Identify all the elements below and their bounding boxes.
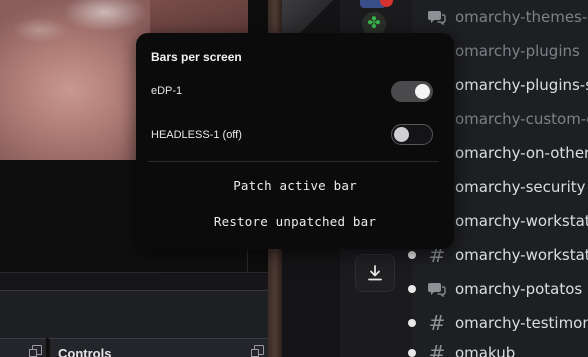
unread-indicator bbox=[408, 285, 416, 293]
patch-active-bar-button[interactable]: Patch active bar bbox=[136, 179, 454, 193]
channel-name: omarchy-themes-s bbox=[455, 8, 588, 26]
forum-icon bbox=[426, 6, 448, 28]
channel-name: omarchy-plugins bbox=[455, 42, 580, 60]
channel-name: omarchy-workstatio bbox=[455, 246, 588, 264]
unread-indicator bbox=[408, 319, 416, 327]
undock-icon[interactable] bbox=[251, 345, 264, 357]
undock-icon[interactable] bbox=[29, 345, 42, 357]
toggle-knob bbox=[415, 84, 430, 99]
toggle-headless1[interactable] bbox=[391, 124, 433, 145]
unread-indicator bbox=[408, 349, 416, 357]
dock-panel-controls[interactable]: Controls bbox=[48, 338, 268, 357]
channel-item[interactable]: # omakub bbox=[408, 336, 588, 357]
toggle-edp1[interactable] bbox=[391, 81, 433, 102]
restore-unpatched-bar-button[interactable]: Restore unpatched bar bbox=[136, 215, 454, 229]
screen-label-edp1: eDP-1 bbox=[151, 85, 183, 97]
dock-panel-scenes[interactable] bbox=[0, 338, 46, 357]
download-button[interactable] bbox=[355, 254, 395, 292]
clover-icon: ✤ bbox=[367, 15, 381, 32]
channel-name: omarchy-security bbox=[455, 178, 586, 196]
dock-area bbox=[0, 290, 268, 338]
channel-name: omakub bbox=[455, 344, 516, 357]
channel-item[interactable]: # omarchy-testimonia bbox=[408, 306, 588, 340]
channel-item[interactable]: omarchy-themes-s bbox=[412, 0, 588, 34]
toggle-knob bbox=[394, 126, 409, 142]
menu-title: Bars per screen bbox=[151, 50, 242, 64]
bars-per-screen-menu: Bars per screen eDP-1 HEADLESS-1 (off) P… bbox=[136, 33, 454, 249]
screen-label-headless1: HEADLESS-1 (off) bbox=[151, 129, 242, 141]
dock-controls-title: Controls bbox=[58, 346, 112, 357]
window-edge bbox=[282, 0, 340, 34]
stage-footer bbox=[0, 272, 268, 290]
channel-name: omarchy-testimonia bbox=[455, 314, 588, 332]
download-icon bbox=[368, 265, 382, 281]
channel-name: omarchy-custom-co bbox=[455, 110, 588, 128]
channel-name: omarchy-potatos bbox=[455, 280, 583, 298]
hash-icon: # bbox=[428, 311, 446, 335]
hash-icon: # bbox=[428, 341, 446, 357]
menu-divider bbox=[148, 161, 439, 162]
channel-name: omarchy-workstatio bbox=[455, 212, 588, 230]
unread-indicator bbox=[408, 251, 416, 259]
channel-name: omarchy-plugins-sh bbox=[455, 76, 588, 94]
channel-item[interactable]: omarchy-potatos bbox=[408, 272, 588, 306]
channel-name: omarchy-on-other bbox=[455, 144, 588, 162]
forum-icon bbox=[426, 278, 448, 300]
